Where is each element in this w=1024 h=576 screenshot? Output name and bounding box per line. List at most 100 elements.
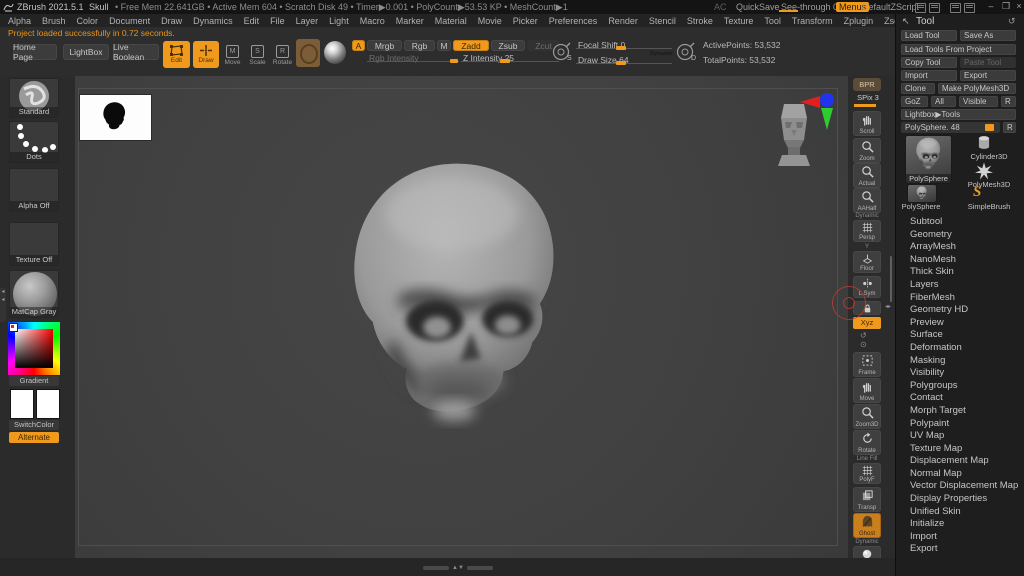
divider-bar[interactable]	[423, 566, 449, 570]
switch-color-button[interactable]: SwitchColor	[9, 420, 59, 430]
tool-subpalette-item[interactable]: Vector Displacement Map	[896, 480, 1024, 493]
scale-button[interactable]: S Scale	[247, 45, 268, 65]
tool-subpalette-item[interactable]: Normal Map	[896, 468, 1024, 481]
home-page-button[interactable]: Home Page	[13, 44, 57, 60]
menu-item[interactable]: Render	[608, 16, 638, 26]
tool-subpalette-item[interactable]: Polypaint	[896, 418, 1024, 431]
polymesh3d-star-icon[interactable]	[974, 162, 994, 180]
menu-item[interactable]: Layer	[296, 16, 319, 26]
draw-button[interactable]: Draw	[193, 41, 219, 68]
divider-bar[interactable]	[467, 566, 493, 570]
cylinder3d-label[interactable]: Cylinder3D	[958, 152, 1020, 161]
edit-button[interactable]: Edit	[163, 41, 190, 68]
tool-subpalette-item[interactable]: Morph Target	[896, 405, 1024, 418]
brush-selector[interactable]: Standard	[9, 78, 59, 118]
tool-subpalette-item[interactable]: Geometry	[896, 229, 1024, 242]
a-button[interactable]: A	[352, 40, 365, 51]
menu-item[interactable]: Dynamics	[193, 16, 233, 26]
mrgb-button[interactable]: Mrgb	[367, 40, 402, 51]
menu-item[interactable]: Preferences	[549, 16, 598, 26]
simplebrush-label[interactable]: SimpleBrush	[958, 202, 1020, 211]
menu-item[interactable]: Stroke	[687, 16, 713, 26]
tool-subpalette-item[interactable]: Masking	[896, 355, 1024, 368]
zoom3d-button[interactable]: Zoom3D	[853, 404, 881, 429]
persp-button[interactable]: Persp	[853, 220, 881, 242]
see-through-slider-handle[interactable]	[779, 10, 798, 12]
m-button[interactable]: M	[437, 40, 451, 51]
transparency-button[interactable]: Transp	[853, 487, 881, 512]
alpha-selector[interactable]: Alpha Off	[9, 168, 59, 212]
rgb-button[interactable]: Rgb	[404, 40, 435, 51]
palette-dock-icon[interactable]	[964, 3, 975, 13]
save-as-button[interactable]: Save As	[960, 30, 1016, 41]
menu-item[interactable]: Marker	[396, 16, 424, 26]
tool-subpalette-item[interactable]: NanoMesh	[896, 254, 1024, 267]
frame-button[interactable]: Frame	[853, 352, 881, 377]
live-boolean-button[interactable]: Live Boolean	[113, 44, 159, 60]
spix-slider[interactable]: SPix 3	[852, 93, 884, 107]
tool-subpalette-item[interactable]: Initialize	[896, 518, 1024, 531]
menu-item[interactable]: Draw	[161, 16, 182, 26]
gradient-toggle[interactable]: Gradient	[9, 376, 59, 386]
move3d-button[interactable]: Move	[853, 378, 881, 403]
actual-size-button[interactable]: Actual	[853, 163, 881, 188]
misc-strip-icon[interactable]: ⊙	[860, 340, 867, 349]
density-knob-icon[interactable]: D	[676, 40, 697, 62]
misc-strip-icon[interactable]: ↺	[860, 331, 867, 340]
menu-item[interactable]: Material	[435, 16, 467, 26]
alternate-button[interactable]: Alternate	[9, 432, 59, 443]
spix-slider-handle[interactable]	[854, 104, 876, 107]
lightbox-tools-button[interactable]: Lightbox▶Tools	[901, 109, 1016, 120]
export-tool-button[interactable]: Export	[960, 70, 1016, 81]
strip-scrollbar[interactable]	[890, 256, 892, 302]
menu-item[interactable]: Alpha	[8, 16, 31, 26]
rgb-intensity-handle[interactable]	[450, 59, 458, 63]
tool-subpalette-item[interactable]: Geometry HD	[896, 304, 1024, 317]
material-preview-sphere[interactable]	[324, 41, 346, 64]
import-tool-button[interactable]: Import	[901, 70, 957, 81]
quicksave-button[interactable]: QuickSave	[736, 2, 780, 12]
zsub-button[interactable]: Zsub	[491, 40, 525, 51]
texture-selector[interactable]: Texture Off	[9, 222, 59, 266]
menu-item[interactable]: Brush	[42, 16, 66, 26]
tool-subpalette-item[interactable]: ArrayMesh	[896, 241, 1024, 254]
divider-dock-icon[interactable]	[915, 3, 926, 13]
ghost-button[interactable]: Ghost	[853, 513, 881, 538]
stroke-selector-button[interactable]	[296, 39, 320, 67]
restore-button[interactable]: ❐	[1000, 1, 1012, 13]
menu-item[interactable]: Color	[77, 16, 99, 26]
polyframe-button[interactable]: PolyF	[853, 463, 881, 484]
polysphere-slider[interactable]: PolySphere. 48	[901, 122, 1000, 133]
rotate-button[interactable]: R Rotate	[272, 45, 293, 65]
secondary-color-swatch[interactable]	[36, 389, 60, 419]
tool-subpalette-item[interactable]: Contact	[896, 392, 1024, 405]
active-tool-thumbnail[interactable]: PolySphere	[905, 135, 952, 184]
menu-item[interactable]: File	[270, 16, 285, 26]
bpr-render-button[interactable]: BPR	[853, 78, 881, 91]
tool-subpalette-item[interactable]: Display Properties	[896, 493, 1024, 506]
goz-r-button[interactable]: R	[1001, 96, 1016, 107]
menu-item[interactable]: Edit	[244, 16, 260, 26]
tool-subpalette-item[interactable]: Visibility	[896, 367, 1024, 380]
draw-size-handle[interactable]	[616, 61, 626, 65]
ac-toggle[interactable]: AC	[714, 2, 727, 12]
goz-button[interactable]: GoZ	[901, 96, 928, 107]
rotate3d-button[interactable]: Rotate	[853, 430, 881, 455]
load-tool-button[interactable]: Load Tool	[901, 30, 957, 41]
move-button[interactable]: M Move	[222, 45, 243, 65]
minimize-button[interactable]: –	[985, 1, 997, 13]
menu-item[interactable]: Tool	[764, 16, 781, 26]
tool-subpalette-item[interactable]: Deformation	[896, 342, 1024, 355]
material-selector[interactable]: MatCap Gray	[9, 270, 59, 318]
polysphere-slider-handle[interactable]	[985, 124, 994, 131]
tool-subpalette-item[interactable]: Layers	[896, 279, 1024, 292]
zoom-button[interactable]: Zoom	[853, 138, 881, 163]
paste-tool-button[interactable]: Paste Tool	[960, 57, 1016, 68]
aahalf-button[interactable]: AAHalf	[853, 188, 881, 213]
tool-subpalette-item[interactable]: Preview	[896, 317, 1024, 330]
simplebrush-icon[interactable]: S	[973, 184, 989, 200]
zadd-button[interactable]: Zadd	[453, 40, 489, 51]
recent-polysphere-label[interactable]: PolySphere	[901, 202, 941, 211]
menu-item[interactable]: Transform	[792, 16, 833, 26]
tool-subpalette-item[interactable]: Subtool	[896, 216, 1024, 229]
